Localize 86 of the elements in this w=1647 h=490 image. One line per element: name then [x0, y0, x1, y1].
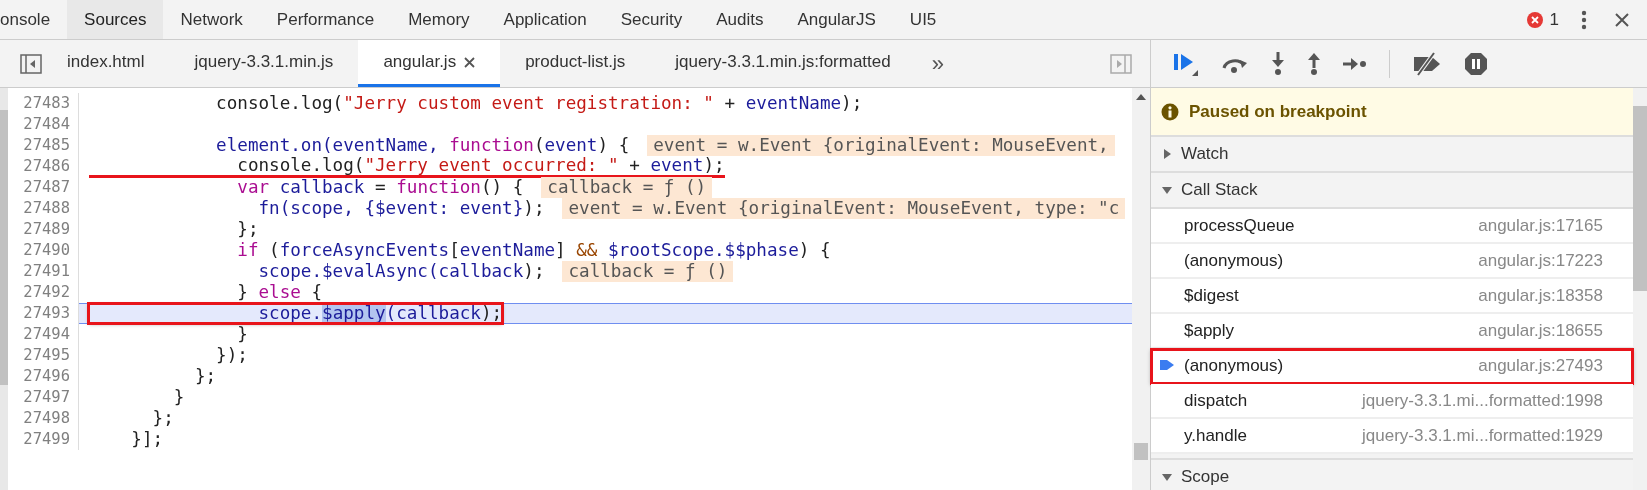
- function-name: (anonymous): [1184, 250, 1284, 271]
- call-frame[interactable]: y.handle jquery-3.3.1.mi...formatted:1929: [1151, 419, 1633, 454]
- more-menu-icon[interactable]: [1581, 9, 1587, 30]
- function-name: $digest: [1184, 285, 1239, 306]
- scrollbar[interactable]: [0, 88, 8, 490]
- code-line: scope.$apply(callback);: [89, 304, 503, 323]
- error-count: 1: [1549, 9, 1559, 30]
- code-line: }];: [130, 430, 164, 449]
- step-into-icon[interactable]: [1271, 51, 1285, 76]
- code-line: };: [151, 409, 174, 428]
- file-tab[interactable]: product-list.js: [500, 40, 651, 87]
- function-name: (anonymous): [1184, 355, 1284, 376]
- panel-tab[interactable]: Security: [603, 0, 700, 39]
- file-tab[interactable]: angular.js: [358, 40, 501, 87]
- deactivate-breakpoints-icon[interactable]: [1412, 51, 1442, 76]
- scrollbar[interactable]: [1132, 88, 1150, 490]
- function-name: $apply: [1184, 320, 1235, 341]
- section-title: Scope: [1181, 467, 1230, 487]
- code-line: }: [236, 325, 248, 344]
- scrollbar-thumb[interactable]: [1633, 106, 1647, 291]
- panel-tab[interactable]: Memory: [391, 0, 487, 39]
- code-line: if (forceAsyncEvents[eventName] && $rootScope.$$phase) {: [236, 241, 831, 260]
- panel-tab[interactable]: onsole: [0, 0, 68, 39]
- close-icon[interactable]: [464, 56, 476, 68]
- code-line: console.log("Jerry custom event registration: " + eventName);: [215, 94, 863, 113]
- call-frame[interactable]: (anonymous) angular.js:17223: [1151, 244, 1633, 279]
- step-out-icon[interactable]: [1307, 51, 1321, 76]
- section-title: Watch: [1181, 144, 1229, 164]
- code-line: fn(scope, {$event: event});: [257, 199, 545, 218]
- code-line: };: [236, 220, 259, 239]
- call-frame[interactable]: processQueue angular.js:17165: [1151, 209, 1633, 244]
- file-name: angular.js: [383, 52, 457, 72]
- code-line: scope.$evalAsync(callback);: [257, 262, 545, 281]
- code-line: }: [172, 388, 185, 407]
- call-frame[interactable]: $apply angular.js:18655: [1151, 314, 1633, 349]
- function-name: dispatch: [1184, 390, 1248, 411]
- call-frame[interactable]: $digest angular.js:18358: [1151, 279, 1633, 314]
- code-line: });: [215, 346, 248, 365]
- panel-tab[interactable]: Performance: [259, 0, 392, 39]
- panel-tab[interactable]: UI5: [892, 0, 954, 39]
- panel-tab[interactable]: Audits: [699, 0, 781, 39]
- panel-tab[interactable]: Sources: [67, 0, 164, 39]
- call-frame[interactable]: dispatch jquery-3.3.1.mi...formatted:1998: [1151, 384, 1633, 419]
- file-tab[interactable]: jquery-3.3.1.min.js: [169, 40, 359, 87]
- panel-toggle-icon[interactable]: [1110, 53, 1132, 74]
- scroll-up-icon[interactable]: [1136, 94, 1146, 100]
- frame-location: angular.js:27493: [1478, 355, 1603, 376]
- frame-location: angular.js:17165: [1478, 215, 1603, 236]
- more-tabs[interactable]: »: [915, 50, 960, 77]
- file-tab[interactable]: index.html: [42, 40, 170, 87]
- sidebar-toggle-icon[interactable]: [20, 53, 42, 74]
- inline-value: event = w.Event {originalEvent: MouseEvent,: [647, 135, 1115, 156]
- frame-location: jquery-3.3.1.mi...formatted:1929: [1362, 425, 1603, 446]
- panel-tab[interactable]: Network: [163, 0, 260, 39]
- code-line: element.on(eventName, function(event) {: [215, 136, 630, 155]
- function-name: y.handle: [1184, 425, 1247, 446]
- frame-location: angular.js:17223: [1478, 250, 1603, 271]
- inline-value: callback = ƒ (): [541, 177, 713, 198]
- file-name: product-list.js: [525, 52, 626, 72]
- error-icon: [1525, 10, 1544, 29]
- info-icon: [1161, 102, 1179, 121]
- resume-icon[interactable]: [1173, 51, 1199, 76]
- pause-exceptions-icon[interactable]: [1464, 51, 1488, 76]
- file-name: index.html: [67, 52, 145, 72]
- scrollbar-thumb[interactable]: [0, 110, 8, 385]
- scrollbar-thumb[interactable]: [1134, 443, 1148, 460]
- call-frame[interactable]: (anonymous) angular.js:27493: [1151, 349, 1633, 384]
- code-line: };: [193, 367, 217, 386]
- frame-location: jquery-3.3.1.mi...formatted:1998: [1362, 390, 1603, 411]
- frame-location: angular.js:18655: [1478, 320, 1603, 341]
- code-line: } else {: [236, 283, 323, 302]
- frame-location: angular.js:18358: [1478, 285, 1603, 306]
- step-icon[interactable]: [1343, 56, 1367, 71]
- file-name: jquery-3.3.1.min.js: [194, 52, 334, 72]
- function-name: processQueue: [1184, 215, 1295, 236]
- close-icon[interactable]: [1615, 12, 1629, 27]
- code-line: var callback = function() {: [236, 178, 524, 197]
- section-title: Call Stack: [1181, 180, 1258, 200]
- file-name: jquery-3.3.1.min.js:formatted: [675, 52, 891, 72]
- banner-text: Paused on breakpoint: [1189, 101, 1367, 122]
- inline-value: event = w.Event {originalEvent: MouseEvent, type: "c: [562, 198, 1126, 219]
- line-number: 27493: [8, 303, 79, 324]
- panel-tab[interactable]: AngularJS: [780, 0, 893, 39]
- file-tab[interactable]: jquery-3.3.1.min.js:formatted: [650, 40, 916, 87]
- inline-value: callback = ƒ (): [562, 261, 734, 282]
- panel-tab[interactable]: Application: [486, 0, 604, 39]
